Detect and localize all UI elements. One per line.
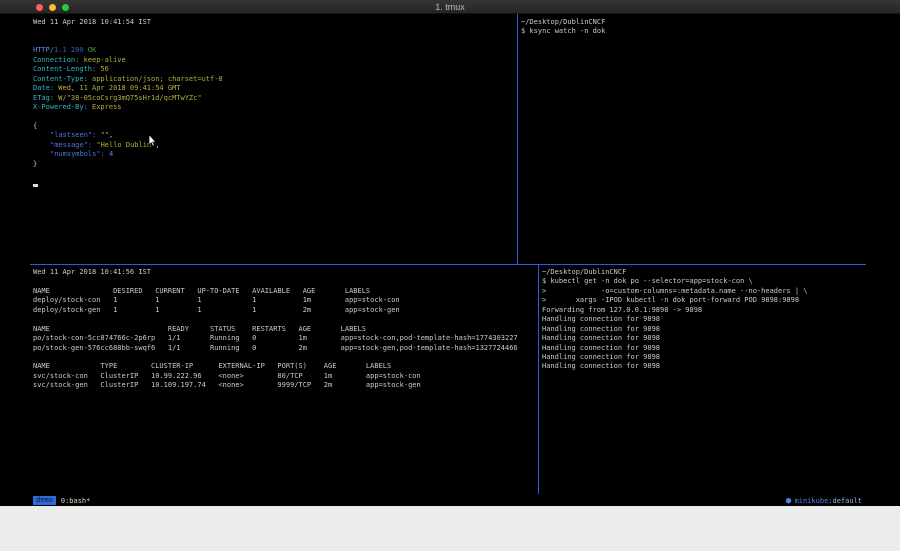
response-header-line: X-Powered-By: Express [33,103,513,112]
terminal-line: $ kubectl get -n dok po --selector=app=s… [542,277,864,286]
json-value: "Hello Dublin" [96,141,155,149]
terminal-cursor [33,184,38,187]
terminal-line: Handling connection for 9898 [542,362,864,371]
terminal-line: > xargs -IPOD kubectl -n dok port-forwar… [542,296,864,305]
header-value: Wed, 11 Apr 2018 09:41:54 GMT [58,84,180,92]
terminal-line: deploy/stock-gen 1 1 1 1 2m app=stock-ge… [33,306,535,315]
deployments-table: NAME DESIRED CURRENT UP-TO-DATE AVAILABL… [33,287,535,315]
window-titlebar[interactable]: 1. tmux [0,0,900,14]
header-value: keep-alive [84,56,126,64]
terminal-line: Handling connection for 9898 [542,325,864,334]
close-button[interactable] [36,4,43,11]
json-key: "message": [50,141,92,149]
mouse-cursor [148,134,157,147]
pods-table: NAME READY STATUS RESTARTS AGE LABELSpo/… [33,325,535,353]
terminal-line: deploy/stock-con 1 1 1 1 1m app=stock-co… [33,296,535,305]
pane-ksync-watch[interactable]: ~/Desktop/DublinCNCF $ ksync watch -n do… [521,18,862,37]
json-key: "numsymbols": [50,150,105,158]
pane-timestamp: Wed 11 Apr 2018 10:41:54 IST [33,18,513,27]
screen: 1. tmux Wed 11 Apr 2018 10:41:54 IST HTT… [0,0,900,555]
cwd-line: ~/Desktop/DublinCNCF [521,18,862,27]
json-close-brace: } [33,160,513,169]
terminal-line: > -o=custom-columns=:metadata.name --no-… [542,287,864,296]
response-header-line: Content-Length: 56 [33,65,513,74]
http-status-line: HTTP/1.1 200 OK [33,46,513,55]
blank-line [33,353,535,362]
terminal-line: Handling connection for 9898 [542,315,864,324]
header-value: application/json; charset=utf-8 [92,75,223,83]
response-header-line: Connection: keep-alive [33,56,513,65]
terminal-line: Handling connection for 9898 [542,353,864,362]
blank-line [33,27,513,36]
header-name: Content-Type: [33,75,88,83]
pane-border-horizontal[interactable] [30,264,866,265]
pane-http-response[interactable]: Wed 11 Apr 2018 10:41:54 IST HTTP/1.1 20… [33,18,513,188]
services-table: NAME TYPE CLUSTER-IP EXTERNAL-IP PORT(S)… [33,362,535,390]
terminal-line: Handling connection for 9898 [542,334,864,343]
json-open-brace: { [33,122,513,131]
port-forward-output: $ kubectl get -n dok po --selector=app=s… [542,277,864,371]
cwd-line: ~/Desktop/DublinCNCF [542,268,864,277]
header-name: Content-Length: [33,65,96,73]
header-value: W/"38-05coCsrg3mQ75sHr1d/qcMTwYZc" [58,94,201,102]
cursor-line [33,178,513,187]
terminal-line: svc/stock-gen ClusterIP 10.109.197.74 <n… [33,381,535,390]
command-line: $ ksync watch -n dok [521,27,862,36]
header-name: Connection: [33,56,79,64]
tmux-status-bar: demo 0:bash* ⬢ minikube :default [30,495,866,506]
terminal-line: NAME DESIRED CURRENT UP-TO-DATE AVAILABL… [33,287,535,296]
terminal-line: Handling connection for 9898 [542,344,864,353]
terminal-line: NAME READY STATUS RESTARTS AGE LABELS [33,325,535,334]
header-name: Date: [33,84,54,92]
header-value: Express [92,103,122,111]
terminal-line: po/stock-con-5cc874766c-2p6rp 1/1 Runnin… [33,334,535,343]
kube-context-namespace: :default [828,497,862,505]
pane-border-vertical-top[interactable] [517,14,518,264]
terminal-line: NAME TYPE CLUSTER-IP EXTERNAL-IP PORT(S)… [33,362,535,371]
terminal-line: Forwarding from 127.0.0.1:9898 -> 9898 [542,306,864,315]
kube-context-name: minikube [795,497,829,505]
tmux-session: Wed 11 Apr 2018 10:41:54 IST HTTP/1.1 20… [30,14,866,506]
response-header-line: Content-Type: application/json; charset=u… [33,75,513,84]
blank-line [33,277,535,286]
pane-kubectl-get[interactable]: Wed 11 Apr 2018 10:41:56 IST NAME DESIRE… [33,268,535,391]
blank-line [33,112,513,121]
pane-timestamp: Wed 11 Apr 2018 10:41:56 IST [33,268,535,277]
json-key: "lastseen": [50,131,96,139]
terminal-line: po/stock-gen-576cc688bb-swqf6 1/1 Runnin… [33,344,535,353]
window-controls [36,0,69,14]
minikube-icon: ⬢ [785,497,791,505]
http-reason: OK [88,46,96,54]
json-value: 4 [109,150,113,158]
blank-line [33,315,535,324]
zoom-button[interactable] [62,4,69,11]
window-tab-bash[interactable]: 0:bash* [61,497,91,505]
response-header-line: Date: Wed, 11 Apr 2018 09:41:54 GMT [33,84,513,93]
session-name-badge: demo [33,496,56,505]
header-value: 56 [100,65,108,73]
json-field-numsymbols: "numsymbols": 4 [33,150,513,159]
header-name: X-Powered-By: [33,103,88,111]
window-title: 1. tmux [0,0,900,14]
json-field-lastseen: "lastseen": "", [33,131,513,140]
minimize-button[interactable] [49,4,56,11]
blank-line [33,169,513,178]
http-protocol: HTTP/ [33,46,54,54]
terminal-line: svc/stock-con ClusterIP 10.99.222.96 <no… [33,372,535,381]
header-name: ETag: [33,94,54,102]
blank-line [33,37,513,46]
json-field-message: "message":"Hello Dublin", [33,141,513,150]
json-separator: , [109,131,113,139]
json-value: "" [101,131,109,139]
response-header-line: ETag: W/"38-05coCsrg3mQ75sHr1d/qcMTwYZc" [33,94,513,103]
pane-border-vertical-bottom[interactable] [538,265,539,494]
pane-port-forward[interactable]: ~/Desktop/DublinCNCF $ kubectl get -n do… [542,268,864,372]
http-version-status: 1.1 200 [54,46,84,54]
desktop-background-strip [0,506,900,551]
desktop-background-edge [0,551,900,555]
